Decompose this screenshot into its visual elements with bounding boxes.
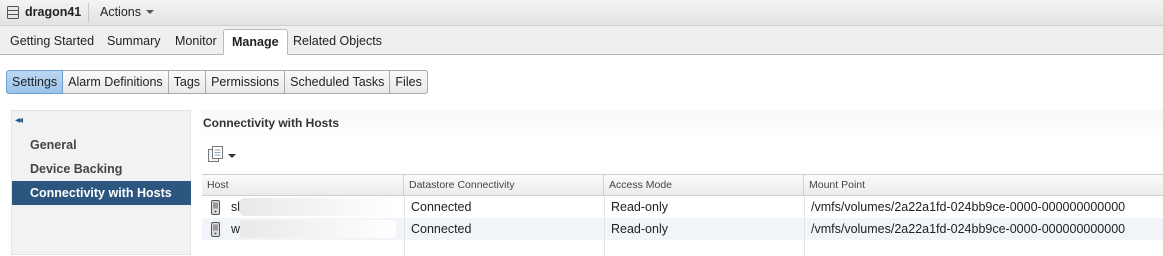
table-row[interactable]: w Connected Read-only /vmfs/volumes/2a22… <box>202 218 1163 240</box>
column-header-host[interactable]: Host <box>202 175 404 195</box>
column-divider <box>604 196 605 256</box>
subtab-scheduled-tasks[interactable]: Scheduled Tasks <box>285 70 391 94</box>
column-divider <box>404 196 405 256</box>
access-mode-cell: Read-only <box>611 222 668 236</box>
datastore-icon <box>7 6 19 19</box>
export-icon[interactable] <box>208 146 238 164</box>
access-mode-cell: Read-only <box>611 200 668 214</box>
host-server-icon <box>211 222 220 237</box>
host-server-icon <box>211 200 220 215</box>
host-cell: w <box>202 218 404 240</box>
dropdown-caret-icon <box>146 10 154 14</box>
object-title-bar: dragon41 Actions <box>0 0 1163 26</box>
tab-summary[interactable]: Summary <box>107 34 160 48</box>
mount-point-cell: /vmfs/volumes/2a22a1fd-024bb9ce-0000-000… <box>811 200 1126 214</box>
subtab-alarm-definitions[interactable]: Alarm Definitions <box>63 70 169 94</box>
subtab-files[interactable]: Files <box>390 70 428 94</box>
host-name: sl <box>231 200 241 214</box>
nav-item-device-backing[interactable]: Device Backing <box>12 157 191 181</box>
subtab-tags[interactable]: Tags <box>168 70 207 94</box>
column-divider <box>804 196 805 256</box>
panel-header: Connectivity with Hosts <box>202 110 1163 138</box>
title-divider <box>88 3 89 22</box>
subtab-permissions[interactable]: Permissions <box>206 70 286 94</box>
actions-menu-button[interactable]: Actions <box>100 5 154 19</box>
tab-monitor[interactable]: Monitor <box>175 34 217 48</box>
connectivity-cell: Connected <box>411 200 472 214</box>
redacted-host-overlay <box>240 220 396 238</box>
host-name: w <box>231 222 241 236</box>
mount-point-cell: /vmfs/volumes/2a22a1fd-024bb9ce-0000-000… <box>811 222 1126 236</box>
sub-tab-bar: Settings Alarm Definitions Tags Permissi… <box>6 70 428 94</box>
tab-getting-started[interactable]: Getting Started <box>10 34 94 48</box>
host-cell: sl <box>202 196 404 218</box>
nav-item-connectivity-with-hosts[interactable]: Connectivity with Hosts <box>12 181 191 205</box>
nav-item-general[interactable]: General <box>12 133 191 157</box>
table-row[interactable]: sl Connected Read-only /vmfs/volumes/2a2… <box>202 196 1163 218</box>
tab-manage[interactable]: Manage <box>223 29 288 55</box>
column-header-datastore-connectivity[interactable]: Datastore Connectivity <box>404 175 604 195</box>
main-tab-bar: Getting Started Summary Monitor Manage R… <box>0 26 1163 55</box>
column-header-mount-point[interactable]: Mount Point <box>804 175 1163 195</box>
collapse-icon[interactable]: ◂◂ <box>15 115 23 126</box>
redacted-host-overlay <box>240 198 396 216</box>
actions-label: Actions <box>100 5 141 19</box>
connectivity-cell: Connected <box>411 222 472 236</box>
hosts-table: Host Datastore Connectivity Access Mode … <box>202 174 1163 256</box>
panel-title: Connectivity with Hosts <box>203 116 340 130</box>
tab-related-objects[interactable]: Related Objects <box>293 34 382 48</box>
settings-nav: ◂◂ General Device Backing Connectivity w… <box>11 110 191 255</box>
table-header: Host Datastore Connectivity Access Mode … <box>202 175 1163 196</box>
subtab-settings[interactable]: Settings <box>6 70 64 94</box>
object-name: dragon41 <box>25 5 82 19</box>
column-header-access-mode[interactable]: Access Mode <box>604 175 804 195</box>
